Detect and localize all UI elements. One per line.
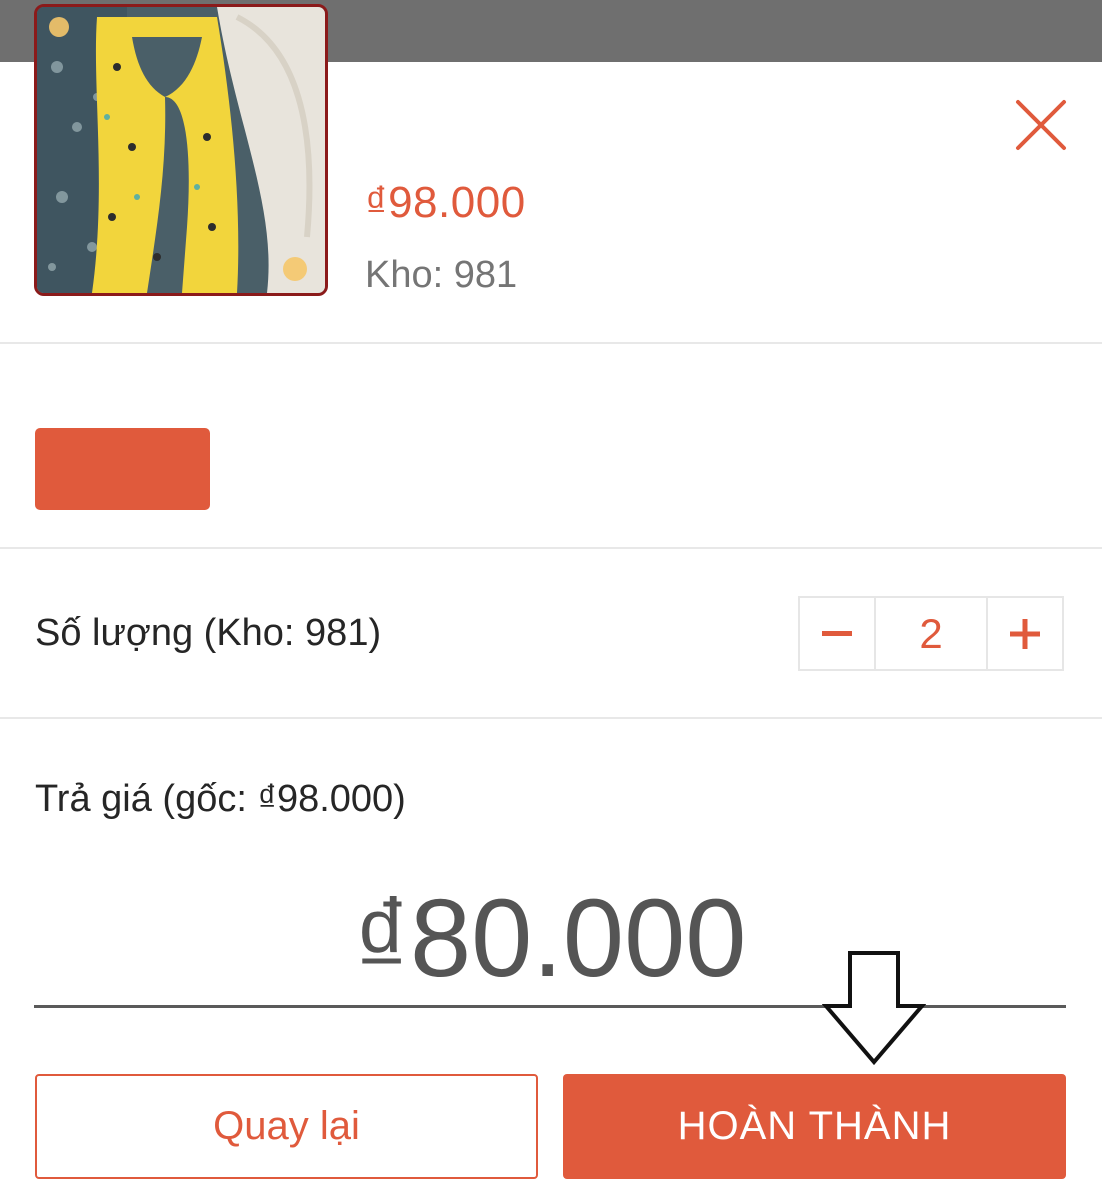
down-arrow-icon: [822, 951, 926, 1066]
plus-icon: [1010, 618, 1040, 649]
variant-option-selected[interactable]: [35, 428, 210, 510]
complete-button[interactable]: HOÀN THÀNH: [563, 1074, 1066, 1179]
close-icon[interactable]: [1012, 96, 1070, 154]
product-photo-icon: [37, 7, 325, 293]
minus-icon: [822, 630, 852, 636]
quantity-value[interactable]: 2: [874, 598, 988, 669]
divider: [0, 342, 1102, 344]
quantity-increase-button[interactable]: [988, 598, 1062, 669]
divider: [0, 717, 1102, 719]
product-stock: Kho: 981: [365, 254, 518, 296]
product-image: [34, 4, 328, 296]
back-button[interactable]: Quay lại: [35, 1074, 538, 1179]
quantity-decrease-button[interactable]: [800, 598, 874, 669]
product-price: ₫98.000: [365, 178, 526, 227]
divider: [0, 547, 1102, 549]
quantity-label: Số lượng (Kho: 981): [35, 612, 382, 654]
quantity-stepper: 2: [798, 596, 1064, 671]
offer-price-label: Trả giá (gốc: ₫98.000): [35, 778, 406, 820]
